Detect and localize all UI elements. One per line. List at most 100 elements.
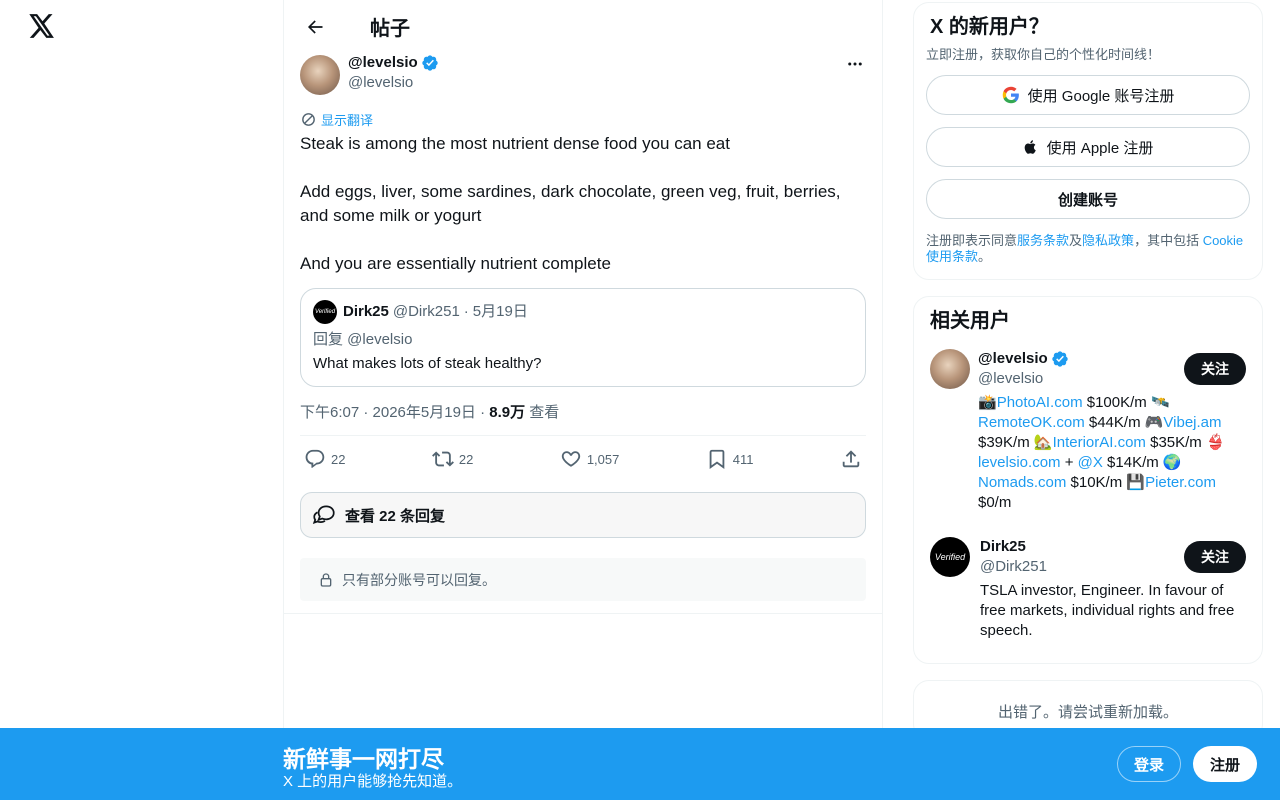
apple-signup-button[interactable]: 使用 Apple 注册 bbox=[926, 127, 1250, 167]
emoji: 🌍 bbox=[1162, 454, 1182, 471]
bio-link[interactable]: RemoteOK.com bbox=[978, 414, 1085, 431]
avatar[interactable] bbox=[300, 55, 340, 95]
google-icon bbox=[1002, 86, 1019, 104]
bio-link[interactable]: InteriorAI.com bbox=[1053, 434, 1146, 451]
chat-bubbles-icon bbox=[312, 505, 335, 525]
heart-icon bbox=[561, 451, 580, 467]
post: @levelsio @levelsio 显示翻译 Steak is among … bbox=[284, 53, 882, 614]
post-timestamp[interactable]: 下午6:07 · 2026年5月19日 · bbox=[300, 404, 489, 421]
login-button[interactable]: 登录 bbox=[1117, 746, 1181, 782]
repost-count: 22 bbox=[458, 451, 474, 467]
related-user[interactable]: @levelsio @levelsio 📸PhotoAI.com $100K/m… bbox=[926, 337, 1250, 525]
share-icon bbox=[842, 450, 860, 468]
bio-text: $100K/m bbox=[1082, 394, 1151, 411]
signup-button[interactable]: 注册 bbox=[1193, 746, 1257, 782]
bio-text: $14K/m bbox=[1102, 454, 1163, 471]
verified-badge-icon bbox=[421, 55, 438, 71]
privacy-policy-link[interactable]: 隐私政策 bbox=[1082, 233, 1134, 248]
quote-reply-to: 回复 @levelsio bbox=[313, 331, 413, 348]
bio-link[interactable]: Nomads.com bbox=[978, 474, 1066, 491]
quote-author-name: Dirk25 bbox=[343, 303, 389, 320]
emoji: 🎮 bbox=[1144, 414, 1164, 431]
bookmark-button[interactable]: 411 bbox=[706, 448, 754, 470]
translate-button[interactable]: 显示翻译 bbox=[300, 110, 866, 128]
lock-icon bbox=[320, 572, 332, 587]
create-account-button[interactable]: 创建账号 bbox=[926, 179, 1250, 219]
main-column: 帖子 @levelsio @levelsio 显示翻译 Steak is amo… bbox=[284, 0, 883, 800]
google-signup-button[interactable]: 使用 Google 账号注册 bbox=[926, 75, 1250, 115]
reply-count: 22 bbox=[331, 451, 346, 467]
error-text: 出错了。请尝试重新加载。 bbox=[997, 704, 1178, 721]
views-count: 8.9万 bbox=[489, 404, 526, 421]
terms-of-service-link[interactable]: 服务条款 bbox=[1017, 233, 1069, 248]
quote-separator: · bbox=[463, 303, 469, 320]
bottom-bar-title: 新鲜事一网打尽 bbox=[283, 746, 444, 772]
quote-text: What makes lots of steak healthy? bbox=[313, 355, 542, 372]
apple-icon bbox=[1024, 140, 1036, 154]
right-sidebar: X 的新用户？ 立即注册，获取你自己的个性化时间线！ 使用 Google 账号注… bbox=[913, 2, 1263, 740]
terms-and: 及 bbox=[1069, 233, 1083, 248]
bio-link[interactable]: levelsio.com bbox=[978, 454, 1061, 471]
reply-button[interactable]: 22 bbox=[304, 448, 345, 470]
emoji: 🏡 bbox=[1033, 434, 1053, 451]
repost-button[interactable]: 22 bbox=[431, 448, 474, 470]
signup-subtitle: 立即注册，获取你自己的个性化时间线！ bbox=[926, 47, 1161, 62]
bio-text: $10K/m bbox=[1066, 474, 1127, 491]
bio-text: + bbox=[1060, 454, 1078, 471]
emoji: 📸 bbox=[978, 394, 997, 411]
emoji: 👙 bbox=[1205, 434, 1225, 451]
user-bio: TSLA investor, Engineer. In favour of fr… bbox=[980, 582, 1235, 639]
quote-author-handle: @Dirk251 bbox=[392, 303, 460, 320]
quote-date: 5月19日 bbox=[472, 303, 528, 320]
reply-restriction-text: 只有部分账号可以回复。 bbox=[342, 571, 496, 588]
author-handle[interactable]: @levelsio bbox=[348, 73, 439, 93]
reply-icon bbox=[305, 449, 325, 468]
emoji: 🛰️ bbox=[1150, 394, 1170, 411]
post-actions: 22 22 1,057 411 bbox=[300, 436, 866, 482]
bio-text: $35K/m bbox=[1145, 434, 1206, 451]
terms-text: 注册即表示同意 bbox=[926, 233, 1018, 248]
signup-title: X 的新用户？ bbox=[930, 16, 1049, 38]
back-button[interactable] bbox=[298, 10, 332, 44]
post-author: @levelsio @levelsio bbox=[300, 53, 866, 101]
user-name[interactable]: @levelsio bbox=[978, 349, 1048, 369]
like-count: 1,057 bbox=[586, 451, 620, 467]
bio-link[interactable]: Vibej.am bbox=[1163, 414, 1221, 431]
bio-text: $39K/m bbox=[978, 434, 1034, 451]
bio-mention-link[interactable]: @X bbox=[1078, 454, 1103, 471]
ellipsis-icon bbox=[848, 62, 862, 66]
related-user[interactable]: Verified Dirk25 @Dirk251 TSLA investor, … bbox=[926, 525, 1250, 653]
quoted-post[interactable]: Verified Dirk25 @Dirk251 · 5月19日 回复 @lev… bbox=[300, 288, 866, 387]
reply-restriction-notice: 只有部分账号可以回复。 bbox=[300, 558, 866, 601]
more-button[interactable] bbox=[844, 53, 866, 75]
avatar[interactable]: Verified bbox=[930, 537, 970, 577]
emoji: 💾 bbox=[1126, 474, 1146, 491]
like-button[interactable]: 1,057 bbox=[560, 448, 620, 470]
bio-text: $0/m bbox=[978, 494, 1012, 511]
bookmark-count: 411 bbox=[732, 451, 754, 467]
user-bio: 📸PhotoAI.com $100K/m 🛰️ RemoteOK.com $44… bbox=[978, 393, 1246, 513]
quote-avatar: Verified bbox=[313, 300, 337, 324]
bookmark-icon bbox=[709, 449, 725, 469]
apple-signup-label: 使用 Apple 注册 bbox=[1046, 139, 1154, 157]
view-replies-button[interactable]: 查看 22 条回复 bbox=[300, 492, 866, 538]
translate-icon bbox=[302, 112, 315, 126]
bio-link[interactable]: PhotoAI.com bbox=[997, 394, 1083, 411]
bio-link[interactable]: Pieter.com bbox=[1145, 474, 1216, 491]
related-users-title: 相关用户 bbox=[930, 310, 1010, 332]
views-label: 查看 bbox=[529, 404, 560, 421]
follow-button[interactable]: 关注 bbox=[1184, 353, 1246, 385]
google-signup-label: 使用 Google 账号注册 bbox=[1027, 87, 1175, 105]
x-logo-icon[interactable] bbox=[26, 10, 58, 42]
related-users-card: 相关用户 @levelsio @levelsio 📸PhotoAI.com $1… bbox=[913, 296, 1263, 664]
bottom-bar-subtitle: X 上的用户能够抢先知道。 bbox=[283, 773, 463, 790]
author-name[interactable]: @levelsio bbox=[348, 53, 418, 73]
share-button[interactable] bbox=[840, 448, 862, 470]
follow-button[interactable]: 关注 bbox=[1184, 541, 1246, 573]
user-name[interactable]: Dirk25 bbox=[980, 537, 1026, 557]
left-rail bbox=[0, 0, 284, 800]
signup-card: X 的新用户？ 立即注册，获取你自己的个性化时间线！ 使用 Google 账号注… bbox=[913, 2, 1263, 280]
terms-end: 。 bbox=[978, 249, 992, 264]
avatar[interactable] bbox=[930, 349, 970, 389]
post-text: Steak is among the most nutrient dense f… bbox=[300, 134, 841, 273]
